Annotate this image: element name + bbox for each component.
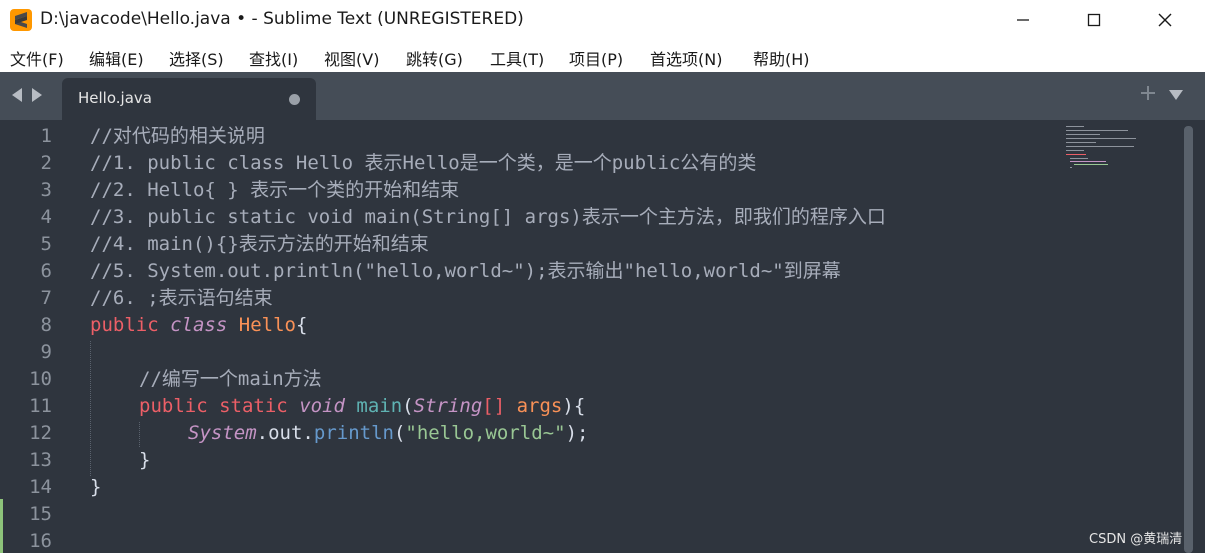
field-token: out — [268, 422, 303, 444]
paren-token: ( — [402, 395, 414, 417]
menu-tools[interactable]: 工具(T) — [490, 46, 544, 70]
unsaved-dot-icon[interactable] — [289, 94, 300, 105]
brace-token: { — [295, 314, 308, 336]
minimap-line — [1074, 164, 1108, 165]
method-token: println — [313, 422, 394, 444]
code-line-3: //2. Hello{ } 表示一个类的开始和结束 — [90, 179, 460, 201]
tab-menu-chevron-down-icon[interactable] — [1168, 89, 1184, 101]
line-number: 9 — [40, 341, 52, 363]
menu-goto[interactable]: 跳转(G) — [406, 46, 463, 70]
object-token: System — [188, 422, 257, 444]
paren-semicolon-token: ); — [565, 422, 589, 444]
close-button[interactable] — [1130, 0, 1200, 40]
paren-token: ( — [393, 422, 406, 444]
title-bar: D:\javacode\Hello.java • - Sublime Text … — [0, 0, 1205, 40]
code-line-5: //4. main(){}表示方法的开始和结束 — [90, 233, 429, 255]
tab-label: Hello.java — [78, 89, 152, 107]
code-line-1: //对代码的相关说明 — [90, 125, 265, 147]
tab-navigation — [10, 87, 44, 103]
menu-selection[interactable]: 选择(S) — [169, 46, 224, 70]
code-line-11: public static void main(String[] args){ — [139, 393, 585, 420]
code-line-2: //1. public class Hello 表示Hello是一个类，是一个p… — [90, 152, 757, 174]
line-number: 14 — [29, 476, 52, 498]
minimize-icon — [1017, 19, 1029, 21]
menu-help[interactable]: 帮助(H) — [753, 46, 810, 70]
window-title: D:\javacode\Hello.java • - Sublime Text … — [40, 9, 524, 29]
menu-file[interactable]: 文件(F) — [10, 46, 64, 70]
minimap-line — [1070, 167, 1072, 168]
line-number: 7 — [40, 287, 52, 309]
code-line-14: } — [90, 476, 102, 498]
line-number: 5 — [40, 233, 52, 255]
code-line-4: //3. public static void main(String[] ar… — [90, 206, 886, 228]
new-tab-plus-icon[interactable] — [1139, 84, 1157, 102]
minimap-line — [1070, 158, 1088, 159]
paren-brace-token: ){ — [562, 395, 586, 417]
code-line-6: //5. System.out.println("hello,world~");… — [90, 260, 841, 282]
storage-token: void — [299, 395, 345, 417]
code-line-10: //编写一个main方法 — [139, 368, 322, 390]
minimap-line — [1066, 154, 1086, 155]
code-line-12: System.out.println("hello,world~"); — [188, 420, 588, 447]
line-number: 4 — [40, 206, 52, 228]
menu-project[interactable]: 项目(P) — [569, 46, 623, 70]
line-number: 3 — [40, 179, 52, 201]
minimap-line — [1066, 130, 1128, 131]
line-number: 8 — [40, 314, 52, 336]
keyword-token: static — [219, 395, 288, 417]
csdn-watermark: CSDN @黄瑞清 — [1089, 532, 1183, 547]
line-number: 1 — [40, 125, 52, 147]
chevron-left-icon[interactable] — [10, 87, 24, 103]
tab-bar: Hello.java — [0, 72, 1205, 120]
minimap-line — [1066, 138, 1136, 139]
minimize-button[interactable] — [988, 0, 1058, 40]
line-number: 16 — [29, 530, 52, 552]
vertical-scrollbar[interactable] — [1184, 126, 1193, 553]
class-name-token: Hello — [238, 314, 296, 336]
line-number: 12 — [29, 422, 52, 444]
menu-view[interactable]: 视图(V) — [324, 46, 379, 70]
line-number: 15 — [29, 503, 52, 525]
maximize-icon — [1087, 13, 1101, 27]
close-icon — [1158, 13, 1172, 27]
sublime-text-logo-icon — [10, 9, 32, 31]
dot-token: . — [256, 422, 269, 444]
minimap-line — [1066, 134, 1100, 135]
line-number: 11 — [29, 395, 52, 417]
menu-find[interactable]: 查找(I) — [249, 46, 298, 70]
minimap[interactable] — [1064, 124, 1174, 174]
array-bracket-token: [] — [482, 395, 506, 417]
menu-bar: 文件(F) 编辑(E) 选择(S) 查找(I) 视图(V) 跳转(G) 工具(T… — [0, 40, 1205, 72]
code-editor[interactable]: 1 2 3 4 5 6 7 8 9 10 11 12 13 14 15 16 /… — [0, 120, 1205, 553]
line-number: 10 — [29, 368, 52, 390]
function-name-token: main — [356, 395, 403, 417]
type-token: String — [413, 395, 483, 417]
menu-edit[interactable]: 编辑(E) — [89, 46, 144, 70]
keyword-token: public — [90, 314, 159, 336]
storage-token: class — [170, 314, 228, 336]
code-line-7: //6. ;表示语句结束 — [90, 287, 273, 309]
dot-token: . — [302, 422, 314, 444]
minimap-line — [1066, 146, 1134, 147]
minimap-line — [1066, 150, 1084, 151]
minimap-line — [1066, 142, 1096, 143]
maximize-button[interactable] — [1059, 0, 1129, 40]
indent-guide — [139, 422, 140, 447]
string-token: "hello,world~" — [405, 422, 566, 444]
line-number: 2 — [40, 152, 52, 174]
line-number: 13 — [29, 449, 52, 471]
chevron-right-icon[interactable] — [30, 87, 44, 103]
line-number: 6 — [40, 260, 52, 282]
menu-preferences[interactable]: 首选项(N) — [650, 46, 722, 70]
code-line-8: public class Hello{ — [90, 312, 307, 339]
parameter-token: args — [516, 395, 563, 417]
minimap-line — [1070, 161, 1106, 162]
minimap-line — [1066, 126, 1084, 127]
keyword-token: public — [139, 395, 208, 417]
code-line-13: } — [139, 449, 151, 471]
indent-guide — [90, 341, 91, 476]
tab-hello-java[interactable]: Hello.java — [62, 78, 316, 120]
